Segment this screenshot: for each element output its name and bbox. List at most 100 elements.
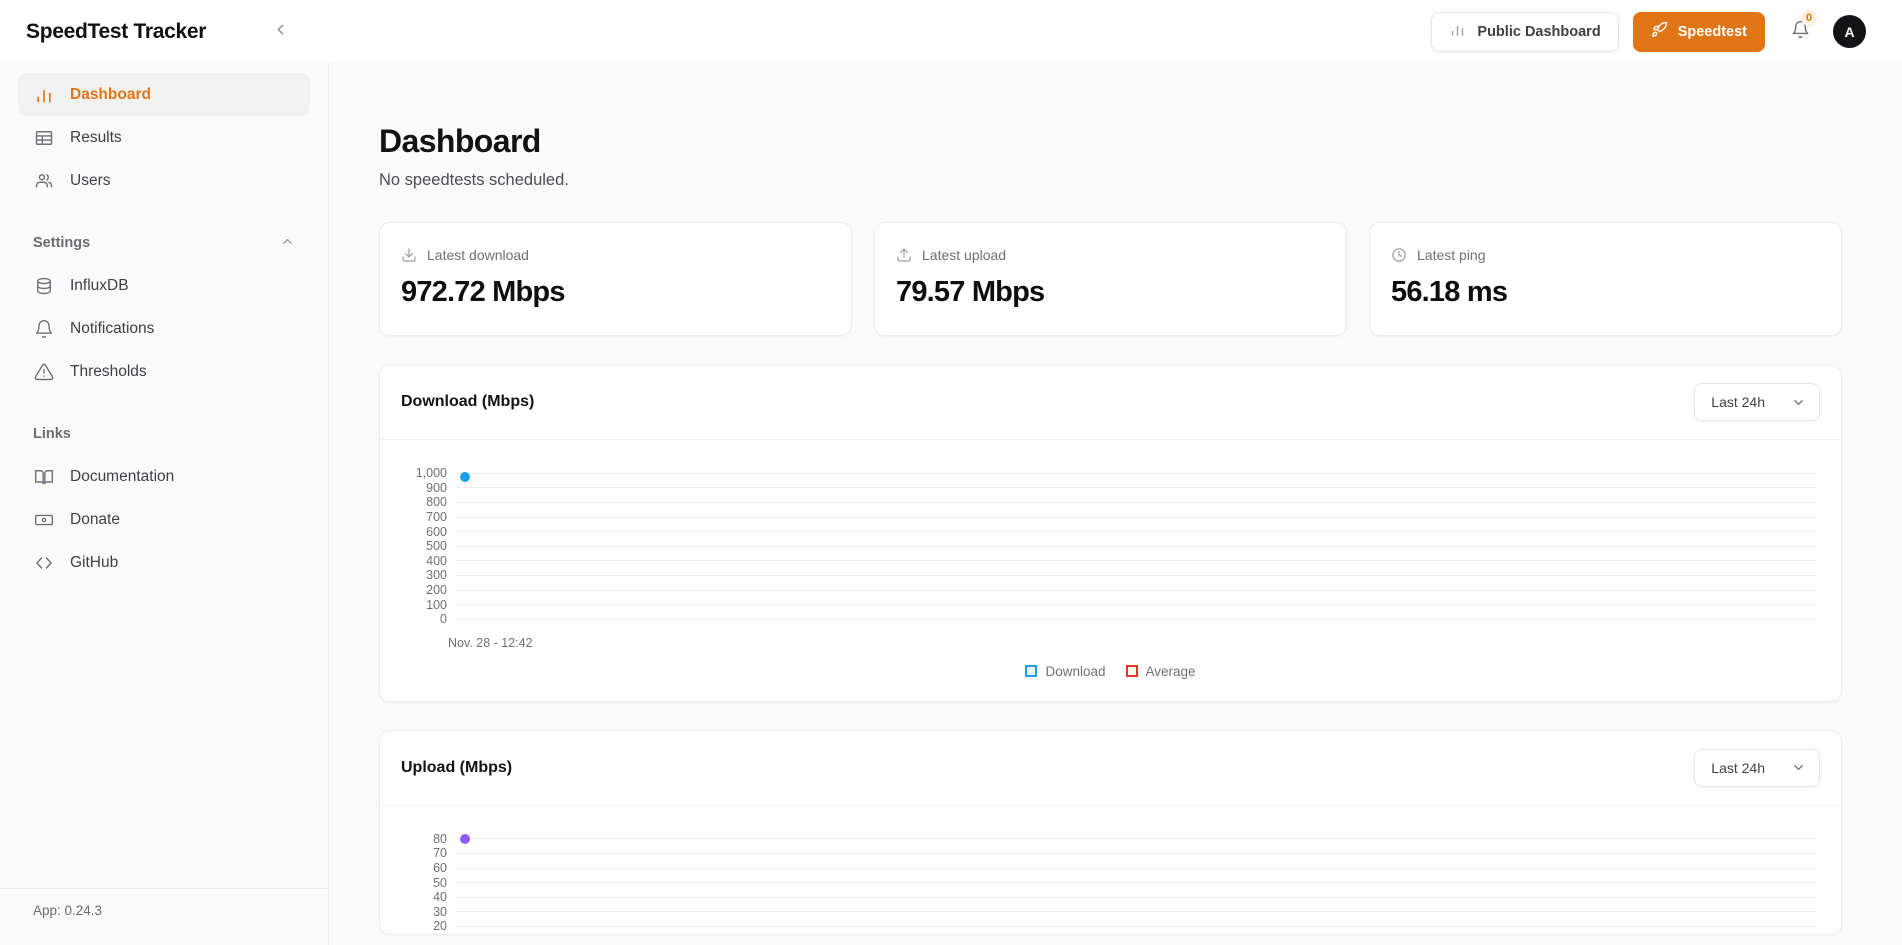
speedtest-button[interactable]: Speedtest (1633, 12, 1765, 52)
grid-line (456, 502, 1817, 503)
chart-title: Download (Mbps) (401, 393, 534, 411)
sidebar-item-results[interactable]: Results (18, 116, 310, 159)
y-axis-tick: 800 (404, 495, 456, 509)
grid-line (456, 487, 1817, 488)
grid-row: 80 (404, 832, 1817, 847)
stat-card-latest-download: Latest download 972.72 Mbps (379, 222, 852, 336)
legend-item-download[interactable]: Download (1025, 664, 1105, 679)
download-legend: Download Average (404, 650, 1817, 701)
grid-row: 0 (404, 612, 1817, 627)
grid-row: 70 (404, 846, 1817, 861)
sidebar-item-influxdb[interactable]: InfluxDB (18, 264, 310, 307)
legend-item-average[interactable]: Average (1126, 664, 1196, 679)
chart-header: Download (Mbps) Last 24h (380, 365, 1841, 440)
grid-line (456, 604, 1817, 605)
upload-chart-card: Upload (Mbps) Last 24h 80706050403020 (379, 730, 1842, 935)
download-chart-card: Download (Mbps) Last 24h 1,0009008007006… (379, 364, 1842, 702)
table-icon (33, 127, 54, 148)
top-bar: SpeedTest Tracker Public Dashboard Speed… (0, 0, 1902, 63)
upload-range-select[interactable]: Last 24h (1694, 749, 1820, 787)
rocket-icon (1651, 21, 1668, 42)
notifications-button[interactable]: 0 (1785, 17, 1815, 47)
download-x-tick: Nov. 28 - 12:42 (404, 636, 1817, 650)
y-axis-tick: 70 (404, 846, 456, 860)
sidebar-group-settings[interactable]: Settings (18, 228, 310, 258)
sidebar-nav: Dashboard Results Users Settings (0, 73, 328, 584)
app-root: SpeedTest Tracker Public Dashboard Speed… (0, 0, 1902, 945)
app-version: App: 0.24.3 (0, 888, 328, 945)
stat-value: 79.57 Mbps (896, 276, 1325, 309)
sidebar-item-label: Dashboard (70, 86, 151, 104)
sidebar-item-github[interactable]: GitHub (18, 541, 310, 584)
grid-row: 100 (404, 597, 1817, 612)
sidebar-group-label: Links (33, 426, 71, 442)
chevron-left-icon (272, 21, 289, 43)
grid-line (456, 531, 1817, 532)
grid-row: 800 (404, 495, 1817, 510)
sidebar-item-donate[interactable]: Donate (18, 498, 310, 541)
y-axis-tick: 200 (404, 583, 456, 597)
sidebar-item-notifications[interactable]: Notifications (18, 307, 310, 350)
grid-line (456, 590, 1817, 591)
y-axis-tick: 900 (404, 481, 456, 495)
sidebar-item-label: Donate (70, 511, 120, 529)
sidebar-item-dashboard[interactable]: Dashboard (18, 73, 310, 116)
grid-line (456, 619, 1817, 620)
sidebar-item-label: InfluxDB (70, 277, 129, 295)
banknote-icon (33, 509, 54, 530)
stat-card-latest-upload: Latest upload 79.57 Mbps (874, 222, 1347, 336)
legend-swatch-download-icon (1025, 665, 1037, 677)
download-plot: 1,0009008007006005004003002001000 (404, 466, 1817, 627)
body: Dashboard Results Users Settings (0, 63, 1902, 945)
stat-label-text: Latest upload (922, 247, 1006, 263)
sidebar-item-users[interactable]: Users (18, 159, 310, 202)
sidebar-item-documentation[interactable]: Documentation (18, 455, 310, 498)
stat-label: Latest ping (1391, 247, 1820, 263)
download-icon (401, 247, 417, 263)
stat-label-text: Latest download (427, 247, 529, 263)
book-icon (33, 466, 54, 487)
sidebar-item-thresholds[interactable]: Thresholds (18, 350, 310, 393)
y-axis-tick: 100 (404, 598, 456, 612)
sidebar-item-label: Results (70, 129, 122, 147)
upload-plot: 80706050403020 (404, 832, 1817, 934)
grid-line (456, 517, 1817, 518)
grid-row: 600 (404, 524, 1817, 539)
grid-line (456, 911, 1817, 912)
grid-line (456, 546, 1817, 547)
avatar[interactable]: A (1833, 15, 1866, 48)
grid-line (456, 897, 1817, 898)
y-axis-tick: 0 (404, 612, 456, 626)
stat-label: Latest upload (896, 247, 1325, 263)
grid-line (456, 926, 1817, 927)
download-chart-body[interactable]: 1,0009008007006005004003002001000 Nov. 2… (380, 440, 1841, 701)
grid-line (456, 838, 1817, 839)
grid-row: 30 (404, 905, 1817, 920)
clock-icon (1391, 247, 1407, 263)
legend-swatch-average-icon (1126, 665, 1138, 677)
y-axis-tick: 20 (404, 919, 456, 933)
y-axis-tick: 60 (404, 861, 456, 875)
grid-row: 60 (404, 861, 1817, 876)
y-axis-tick: 1,000 (404, 466, 456, 480)
chevron-down-icon (1791, 760, 1806, 775)
grid-line (456, 853, 1817, 854)
grid-row: 200 (404, 583, 1817, 598)
public-dashboard-button[interactable]: Public Dashboard (1431, 12, 1618, 52)
sidebar: Dashboard Results Users Settings (0, 63, 329, 945)
y-axis-tick: 500 (404, 539, 456, 553)
upload-chart-body[interactable]: 80706050403020 (380, 806, 1841, 934)
main-content: Dashboard No speedtests scheduled. Lates… (329, 63, 1902, 945)
chart-title: Upload (Mbps) (401, 759, 512, 777)
grid-row: 1,000 (404, 466, 1817, 481)
sidebar-collapse-button[interactable] (266, 18, 294, 46)
legend-label: Download (1045, 664, 1105, 679)
grid-row: 400 (404, 554, 1817, 569)
download-range-select[interactable]: Last 24h (1694, 383, 1820, 421)
y-axis-tick: 700 (404, 510, 456, 524)
y-axis-tick: 400 (404, 554, 456, 568)
code-icon (33, 552, 54, 573)
sidebar-item-label: Documentation (70, 468, 174, 486)
bar-chart-icon (1449, 21, 1466, 42)
y-axis-tick: 40 (404, 890, 456, 904)
